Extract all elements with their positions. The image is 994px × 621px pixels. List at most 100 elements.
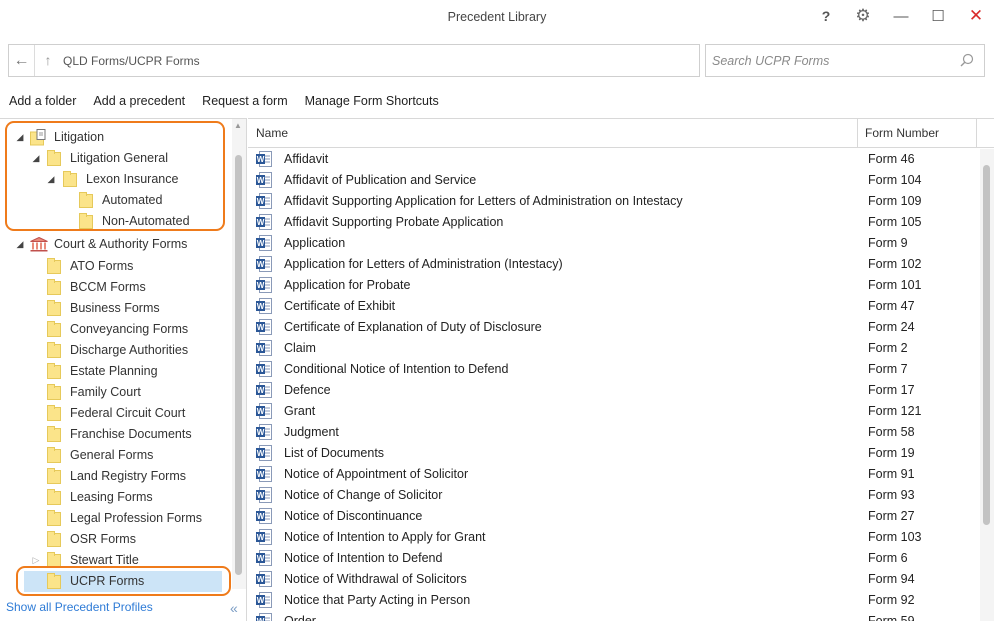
tree-item-folder[interactable]: Federal Circuit Court (0, 403, 230, 424)
form-number: Form 59 (868, 614, 915, 621)
table-row[interactable]: W Notice of Appointment of Solicitor Form … (248, 464, 976, 485)
table-row[interactable]: W Certificate of Exhibit Form 47 (248, 296, 976, 317)
search-box[interactable] (705, 44, 985, 77)
table-row[interactable]: W Defence Form 17 (248, 380, 976, 401)
minimize-icon[interactable]: — (887, 4, 915, 28)
table-row[interactable]: W Order Form 59 (248, 611, 976, 621)
table-row[interactable]: W Judgment Form 58 (248, 422, 976, 443)
tree-item-non-automated[interactable]: Non-Automated (0, 211, 230, 232)
request-form-button[interactable]: Request a form (193, 90, 295, 112)
form-name: Notice of Appointment of Solicitor (284, 467, 469, 481)
tree-item-court-authority[interactable]: ◢ Court & Authority Forms (0, 234, 230, 255)
table-row[interactable]: W Certificate of Explanation of Duty of D… (248, 317, 976, 338)
maximize-icon[interactable]: ☐ (924, 4, 952, 28)
word-document-icon: W (256, 340, 272, 356)
column-divider[interactable] (857, 119, 858, 148)
table-row[interactable]: W Affidavit Form 46 (248, 149, 976, 170)
form-number: Form 9 (868, 236, 908, 250)
tree-item-folder[interactable]: Family Court (0, 382, 230, 403)
tree-item-folder[interactable]: OSR Forms (0, 529, 230, 550)
folder-icon (47, 258, 61, 274)
table-row[interactable]: W Application Form 9 (248, 233, 976, 254)
tree-item-folder[interactable]: Land Registry Forms (0, 466, 230, 487)
svg-text:W: W (257, 260, 265, 269)
word-document-icon: W (256, 277, 272, 293)
form-name: Defence (284, 383, 331, 397)
back-arrow-icon[interactable]: ← (9, 45, 35, 76)
table-row[interactable]: W Affidavit Supporting Probate Applicatio… (248, 212, 976, 233)
table-row[interactable]: W Application for Letters of Administrati… (248, 254, 976, 275)
expand-icon[interactable]: ◢ (45, 169, 57, 190)
form-number: Form 92 (868, 593, 915, 607)
tree-item-litigation[interactable]: ◢ Litigation (0, 127, 230, 148)
search-input[interactable] (712, 50, 952, 71)
table-row[interactable]: W Affidavit of Publication and Service For… (248, 170, 976, 191)
table-row[interactable]: W Conditional Notice of Intention to Defe… (248, 359, 976, 380)
up-arrow-icon[interactable]: ↑ (39, 51, 57, 69)
table-row[interactable]: W Notice of Change of Solicitor Form 93 (248, 485, 976, 506)
form-number: Form 121 (868, 404, 922, 418)
tree-item-folder[interactable]: Estate Planning (0, 361, 230, 382)
scroll-up-icon[interactable]: ▲ (234, 121, 242, 130)
tree-item-folder[interactable]: Discharge Authorities (0, 340, 230, 361)
svg-text:W: W (257, 197, 265, 206)
expand-icon[interactable]: ◢ (30, 148, 42, 169)
tree-item-ucpr-forms[interactable]: UCPR Forms (24, 571, 222, 592)
help-icon[interactable]: ? (812, 4, 840, 28)
column-name-header[interactable]: Name (256, 126, 288, 140)
collapsed-arrow-icon[interactable]: ▷ (30, 550, 42, 571)
table-row[interactable]: W Notice of Withdrawal of Solicitors Form … (248, 569, 976, 590)
tree-item-folder[interactable]: General Forms (0, 445, 230, 466)
tree-item-stewart-title[interactable]: ▷ Stewart Title (0, 550, 230, 571)
svg-text:W: W (257, 554, 265, 563)
word-document-icon: W (256, 550, 272, 566)
toolbar: Add a folder Add a precedent Request a f… (0, 90, 447, 112)
word-document-icon: W (256, 151, 272, 167)
expand-icon[interactable]: ◢ (14, 127, 26, 148)
svg-text:W: W (257, 428, 265, 437)
add-folder-button[interactable]: Add a folder (0, 90, 84, 112)
tree-item-folder[interactable]: ATO Forms (0, 256, 230, 277)
scrollbar-thumb[interactable] (983, 165, 990, 525)
tree-item-folder[interactable]: Legal Profession Forms (0, 508, 230, 529)
scrollbar-thumb[interactable] (235, 155, 242, 575)
form-name: Judgment (284, 425, 339, 439)
column-divider[interactable] (976, 119, 977, 148)
table-row[interactable]: W Application for Probate Form 101 (248, 275, 976, 296)
table-row[interactable]: W Notice that Party Acting in Person Form … (248, 590, 976, 611)
tree-item-lexon-insurance[interactable]: ◢ Lexon Insurance (0, 169, 230, 190)
close-icon[interactable]: ✕ (962, 4, 990, 28)
form-number: Form 19 (868, 446, 915, 460)
collapse-pane-icon[interactable]: « (230, 600, 238, 616)
list-scrollbar[interactable] (980, 149, 994, 621)
tree-item-folder[interactable]: Franchise Documents (0, 424, 230, 445)
word-document-icon: W (256, 256, 272, 272)
word-document-icon: W (256, 571, 272, 587)
table-row[interactable]: W List of Documents Form 19 (248, 443, 976, 464)
expand-icon[interactable]: ◢ (14, 234, 26, 255)
form-number: Form 58 (868, 425, 915, 439)
tree-item-folder[interactable]: Leasing Forms (0, 487, 230, 508)
table-row[interactable]: W Grant Form 121 (248, 401, 976, 422)
breadcrumb[interactable]: QLD Forms/UCPR Forms (63, 54, 200, 68)
table-row[interactable]: W Claim Form 2 (248, 338, 976, 359)
table-row[interactable]: W Notice of Intention to Defend Form 6 (248, 548, 976, 569)
tree-scrollbar[interactable]: ▲ (232, 119, 246, 589)
tree-item-litigation-general[interactable]: ◢ Litigation General (0, 148, 230, 169)
manage-shortcuts-button[interactable]: Manage Form Shortcuts (296, 90, 447, 112)
search-icon[interactable] (960, 53, 974, 67)
tree-item-folder[interactable]: Business Forms (0, 298, 230, 319)
tree-item-folder[interactable]: BCCM Forms (0, 277, 230, 298)
address-bar[interactable]: ← ↑ QLD Forms/UCPR Forms (8, 44, 700, 77)
add-precedent-button[interactable]: Add a precedent (84, 90, 193, 112)
gear-icon[interactable]: ⚙ (849, 4, 877, 28)
table-row[interactable]: W Affidavit Supporting Application for Le… (248, 191, 976, 212)
table-row[interactable]: W Notice of Intention to Apply for Grant F… (248, 527, 976, 548)
table-row[interactable]: W Notice of Discontinuance Form 27 (248, 506, 976, 527)
tree-item-automated[interactable]: Automated (0, 190, 230, 211)
show-all-profiles-link[interactable]: Show all Precedent Profiles (6, 600, 153, 614)
tree-item-folder[interactable]: Conveyancing Forms (0, 319, 230, 340)
tree-item-label: Federal Circuit Court (70, 406, 186, 420)
column-form-number-header[interactable]: Form Number (865, 126, 939, 140)
form-name: Affidavit of Publication and Service (284, 173, 477, 187)
